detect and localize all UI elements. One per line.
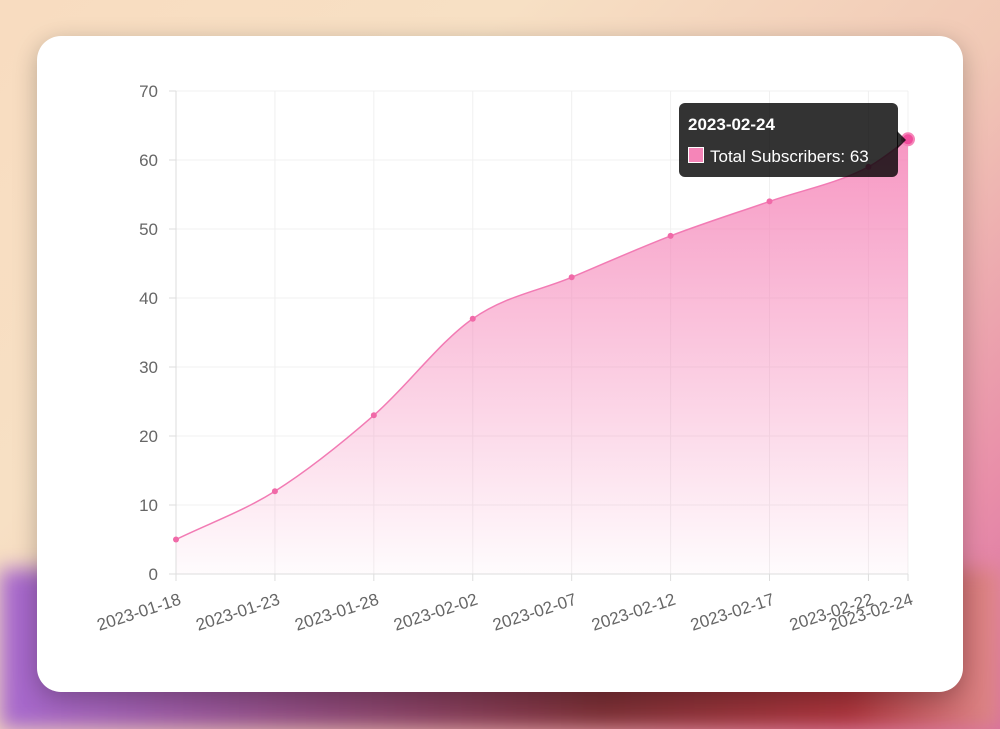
area-fill-layer bbox=[175, 138, 909, 575]
data-point[interactable] bbox=[271, 488, 278, 495]
y-tick-label: 40 bbox=[139, 289, 158, 308]
tooltip-value: Total Subscribers: 63 bbox=[710, 147, 869, 166]
tooltip-caret bbox=[897, 131, 906, 149]
y-tick-label: 60 bbox=[139, 151, 158, 170]
x-tick-label: 2023-02-02 bbox=[391, 590, 480, 635]
data-point[interactable] bbox=[173, 536, 179, 543]
chart-tooltip: 2023-02-24 Total Subscribers: 63 bbox=[679, 103, 898, 177]
x-tick-label: 2023-01-18 bbox=[95, 590, 184, 635]
x-tick-label: 2023-01-23 bbox=[194, 590, 283, 635]
tooltip-legend-swatch bbox=[688, 147, 704, 163]
x-tick-label: 2023-01-28 bbox=[292, 590, 381, 635]
y-tick-label: 0 bbox=[149, 565, 158, 584]
y-tick-label: 50 bbox=[139, 220, 158, 239]
data-point[interactable] bbox=[667, 232, 674, 239]
y-tick-label: 30 bbox=[139, 358, 158, 377]
tooltip-title: 2023-02-24 bbox=[688, 115, 775, 134]
data-point[interactable] bbox=[766, 198, 773, 205]
y-tick-label: 70 bbox=[139, 82, 158, 101]
y-tick-label: 10 bbox=[139, 496, 158, 515]
data-point[interactable] bbox=[370, 412, 377, 419]
x-tick-label: 2023-02-12 bbox=[589, 590, 678, 635]
data-point[interactable] bbox=[568, 274, 575, 281]
data-point[interactable] bbox=[469, 315, 476, 322]
series-area-fill bbox=[176, 139, 908, 575]
x-tick-label: 2023-02-07 bbox=[490, 590, 579, 635]
y-tick-label: 20 bbox=[139, 427, 158, 446]
x-tick-label: 2023-02-17 bbox=[688, 590, 777, 635]
